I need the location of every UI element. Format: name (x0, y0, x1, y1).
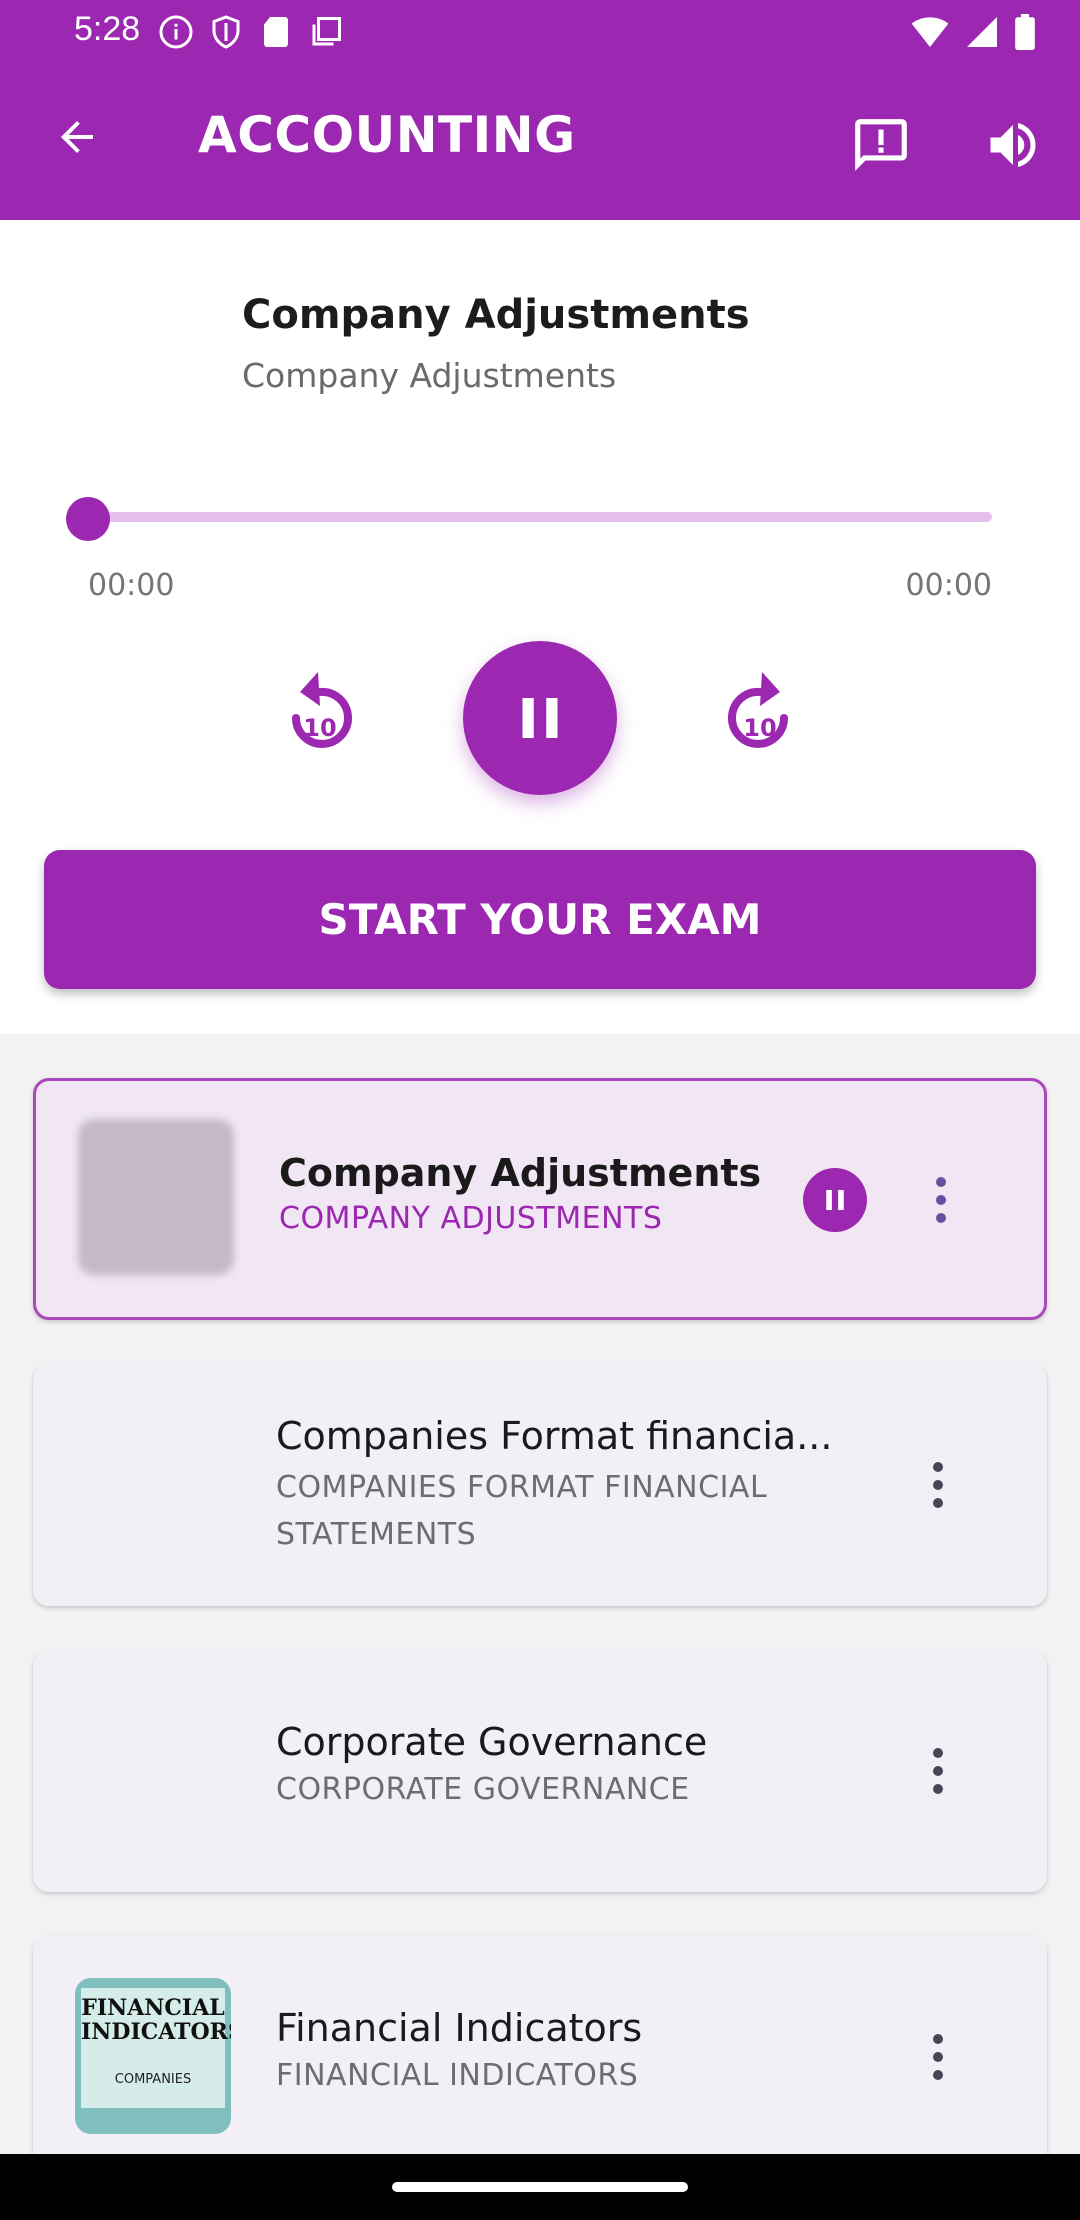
more-vert-dot (936, 1195, 946, 1205)
list-item-title: Companies Format financia... (276, 1414, 833, 1458)
thumbnail-text: FINANCIAL INDICATORS (81, 1995, 231, 2044)
signal-icon (967, 17, 997, 47)
more-vert-icon (936, 1177, 946, 1187)
sd-card-icon (264, 17, 288, 47)
list-item-subtitle: COMPANIES FORMAT FINANCIAL STATEMENTS (276, 1470, 768, 1552)
more-vert-dot (933, 1766, 943, 1776)
system-nav-bar (0, 2154, 1080, 2220)
status-bar: 5:28 (0, 0, 1080, 64)
wifi-icon (911, 17, 949, 47)
more-vert-icon (933, 1748, 943, 1758)
list-item[interactable]: Companies Format financia... COMPANIES F… (33, 1364, 1047, 1606)
list-item-title: Financial Indicators (276, 2006, 643, 2050)
shield-icon (212, 15, 240, 49)
more-options-button[interactable] (913, 1736, 963, 1806)
volume-button[interactable] (978, 110, 1048, 180)
status-notification-icons (158, 14, 344, 50)
list-item-subtitle: CORPORATE GOVERNANCE (276, 1772, 690, 1807)
status-time: 5:28 (74, 10, 141, 48)
thumbnail-line-2: INDICATORS (81, 2019, 231, 2045)
track-thumbnail (78, 1119, 234, 1275)
track-thumbnail: FINANCIAL INDICATORS COMPANIES (75, 1978, 231, 2134)
home-gesture-handle[interactable] (392, 2182, 688, 2192)
total-time: 00:00 (905, 568, 992, 603)
page-title: ACCOUNTING (198, 106, 576, 164)
list-item-title: Corporate Governance (276, 1720, 708, 1764)
thumbnail-caption: COMPANIES (114, 2072, 192, 2087)
more-vert-dot (933, 1480, 943, 1490)
pause-icon (826, 1190, 844, 1210)
more-options-button[interactable] (913, 2022, 963, 2092)
status-system-icons (910, 14, 1036, 50)
more-vert-icon (933, 2034, 943, 2044)
more-vert-dot (936, 1213, 946, 1223)
rewind-label: 10 (303, 714, 336, 742)
replay-10-icon: 10 (292, 672, 352, 748)
thumbnail-paper: FINANCIAL INDICATORS COMPANIES (81, 1988, 231, 2108)
list-item-subtitle: FINANCIAL INDICATORS (276, 2058, 639, 2093)
seek-bar[interactable] (88, 512, 992, 522)
copy-icon (312, 17, 341, 46)
play-pause-button[interactable] (463, 641, 617, 795)
feedback-button[interactable] (846, 110, 916, 180)
seek-thumb[interactable] (66, 497, 110, 541)
feedback-icon (855, 119, 907, 171)
pause-icon (522, 698, 558, 738)
elapsed-time: 00:00 (88, 568, 175, 603)
battery-icon (1015, 14, 1035, 50)
list-item[interactable]: FINANCIAL INDICATORS COMPANIES Financial… (33, 1936, 1047, 2178)
audio-player: Company Adjustments Company Adjustments … (0, 220, 1080, 1034)
list-item[interactable]: Company Adjustments COMPANY ADJUSTMENTS (33, 1078, 1047, 1320)
more-options-button[interactable] (913, 1450, 963, 1520)
more-vert-dot (933, 2070, 943, 2080)
track-subtitle: Company Adjustments (242, 356, 617, 395)
more-vert-dot (933, 2052, 943, 2062)
volume-up-icon (990, 123, 1036, 167)
more-vert-dot (933, 1498, 943, 1508)
back-button[interactable] (44, 104, 110, 170)
item-pause-button[interactable] (803, 1168, 867, 1232)
forward-10-icon: 10 (728, 672, 788, 748)
app-bar: ACCOUNTING (0, 64, 1080, 220)
forward-label: 10 (743, 714, 776, 742)
more-vert-icon (933, 1462, 943, 1472)
forward-10-button[interactable]: 10 (710, 660, 810, 770)
track-title: Company Adjustments (242, 292, 750, 338)
list-item-title: Company Adjustments (279, 1151, 762, 1195)
more-vert-dot (933, 1784, 943, 1794)
list-item-subtitle: COMPANY ADJUSTMENTS (279, 1201, 663, 1236)
info-icon (159, 15, 193, 49)
more-options-button[interactable] (916, 1165, 966, 1235)
thumbnail-line-1: FINANCIAL (81, 1995, 225, 2021)
start-exam-button[interactable]: START YOUR EXAM (44, 850, 1036, 989)
list-item[interactable]: Corporate Governance CORPORATE GOVERNANC… (33, 1650, 1047, 1892)
arrow-back-icon (61, 121, 93, 153)
rewind-10-button[interactable]: 10 (270, 660, 370, 770)
